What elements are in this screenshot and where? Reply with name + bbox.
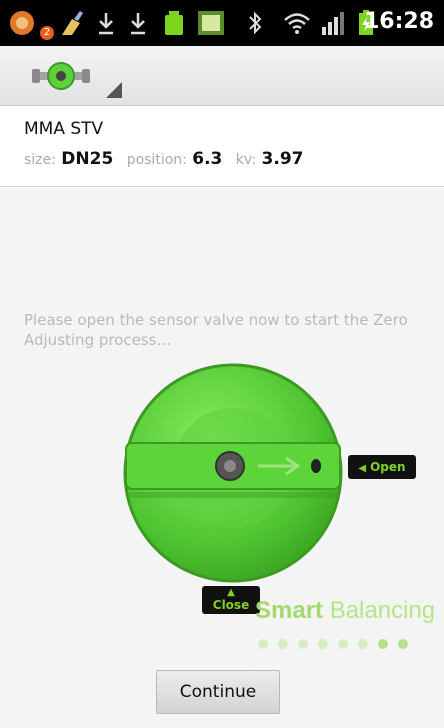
checklist-icon (198, 11, 224, 35)
notification-app-icon (10, 11, 34, 35)
up-arrow-icon: ▲ (227, 587, 235, 598)
status-time: 16:28 (363, 9, 434, 34)
brand-logo: Smart Balancing (255, 597, 435, 625)
battery-app-icon (165, 11, 183, 35)
position-value: 6.3 (192, 149, 223, 169)
continue-button[interactable]: Continue (156, 670, 280, 714)
main-content: Please open the sensor valve now to star… (0, 188, 444, 728)
cleaner-icon (62, 11, 83, 35)
valve-name: MMA STV (24, 119, 104, 139)
progress-dot (318, 639, 328, 649)
wifi-icon (284, 13, 310, 34)
progress-dot (398, 639, 408, 649)
size-value: DN25 (61, 149, 114, 169)
signal-icon (322, 12, 344, 35)
status-bar: 2 16:28 (0, 0, 444, 46)
left-arrow-icon: ◀ (358, 463, 367, 474)
brand-smart: Smart (255, 597, 324, 624)
valve-specs: size: DN25 position: 6.3 kv: 3.97 (24, 149, 312, 169)
brand-balancing: Balancing (323, 597, 436, 624)
download-icon (99, 13, 113, 35)
dropdown-triangle-icon[interactable] (106, 82, 122, 98)
kv-label: kv: (235, 152, 257, 168)
open-button-label: Open (370, 460, 406, 474)
valve-info-panel: MMA STV size: DN25 position: 6.3 kv: 3.9… (0, 107, 444, 187)
position-label: position: (126, 152, 187, 168)
kv-value: 3.97 (261, 149, 304, 169)
progress-dots (258, 634, 418, 653)
progress-dot (338, 639, 348, 649)
progress-dot (378, 639, 388, 649)
close-button[interactable]: ▲ Close (202, 586, 260, 614)
progress-dot (358, 639, 368, 649)
action-bar (0, 46, 444, 106)
valve-handle-illustration[interactable] (118, 358, 348, 588)
progress-dot (278, 639, 288, 649)
valve-logo-icon[interactable] (30, 56, 92, 96)
bluetooth-icon (249, 11, 262, 35)
progress-dot (298, 639, 308, 649)
instruction-text: Please open the sensor valve now to star… (24, 311, 408, 349)
download-icon (131, 13, 145, 35)
open-button[interactable]: ◀ Open (348, 455, 416, 479)
progress-dot (258, 639, 268, 649)
notification-count-badge: 2 (40, 26, 54, 40)
close-button-label: Close (212, 598, 250, 612)
size-label: size: (24, 152, 56, 168)
